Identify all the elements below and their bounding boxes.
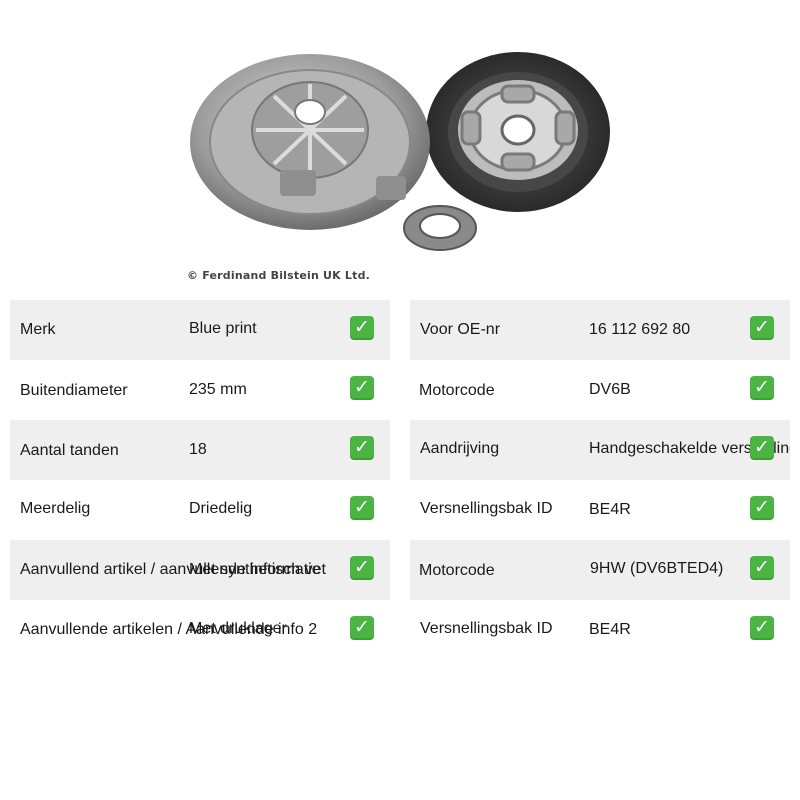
spec-row: Versnellingsbak ID BE4R ✓ [410, 480, 790, 540]
spec-row: Meerdelig Driedelig ✓ [10, 480, 390, 540]
spec-row: Aandrijving Handgeschakelde versnelling … [410, 420, 790, 480]
check-mark-icon: ✓ [750, 496, 774, 520]
spec-label: Versnellingsbak ID [420, 500, 553, 517]
spec-table-left: Merk Blue print ✓ Buitendiameter 235 mm … [10, 300, 390, 660]
spec-row: Aanvullend artikel / aanvullende informa… [10, 540, 390, 600]
spec-value: Met druklager [189, 620, 287, 637]
check-mark-icon: ✓ [750, 616, 774, 640]
spec-row: Versnellingsbak ID BE4R ✓ [410, 600, 790, 660]
spec-row: Aanvullende artikelen / Aanvullende info… [10, 600, 390, 660]
check-mark-icon: ✓ [350, 496, 374, 520]
check-mark-icon: ✓ [750, 376, 774, 400]
check-mark-icon: ✓ [750, 556, 774, 580]
spec-value: BE4R [589, 621, 631, 638]
spec-row: Voor OE-nr 16 112 692 80 ✓ [410, 300, 790, 360]
check-mark-icon: ✓ [350, 616, 374, 640]
spec-row: Merk Blue print ✓ [10, 300, 390, 360]
check-mark-icon: ✓ [750, 436, 774, 460]
spec-value: 18 [189, 441, 207, 458]
spec-value: Met synthetisch vet [189, 561, 326, 578]
clutch-kit-illustration [190, 52, 610, 251]
check-mark-icon: ✓ [350, 376, 374, 400]
spec-value: DV6B [589, 381, 631, 398]
spec-value: 235 mm [189, 381, 247, 398]
spec-row: Aantal tanden 18 ✓ [10, 420, 390, 480]
spec-label: Buitendiameter [20, 382, 128, 399]
check-mark-icon: ✓ [350, 556, 374, 580]
spec-label: Motorcode [419, 382, 495, 399]
spec-table-right: Voor OE-nr 16 112 692 80 ✓ Motorcode DV6… [410, 300, 790, 660]
check-mark-icon: ✓ [350, 316, 374, 340]
spec-value: 16 112 692 80 [589, 321, 691, 338]
spec-value: Driedelig [189, 500, 253, 517]
product-image [180, 50, 620, 290]
spec-label: Versnellingsbak ID [420, 620, 553, 637]
image-copyright: © Ferdinand Bilstein UK Ltd. [187, 269, 371, 282]
check-mark-icon: ✓ [350, 436, 374, 460]
spec-row: Motorcode DV6B ✓ [410, 360, 790, 420]
spec-label: Aandrijving [420, 440, 500, 457]
spec-label: Meerdelig [20, 500, 91, 517]
spec-value: Blue print [189, 320, 257, 337]
spec-label: Motorcode [419, 562, 495, 579]
spec-value: 9HW (DV6BTED4) [590, 560, 724, 577]
spec-label: Voor OE-nr [420, 321, 501, 338]
spec-value: BE4R [589, 501, 631, 518]
spec-row: Buitendiameter 235 mm ✓ [10, 360, 390, 420]
spec-row: Motorcode 9HW (DV6BTED4) ✓ [410, 540, 790, 600]
spec-label: Merk [20, 321, 56, 338]
check-mark-icon: ✓ [750, 316, 774, 340]
spec-label: Aantal tanden [20, 442, 119, 459]
